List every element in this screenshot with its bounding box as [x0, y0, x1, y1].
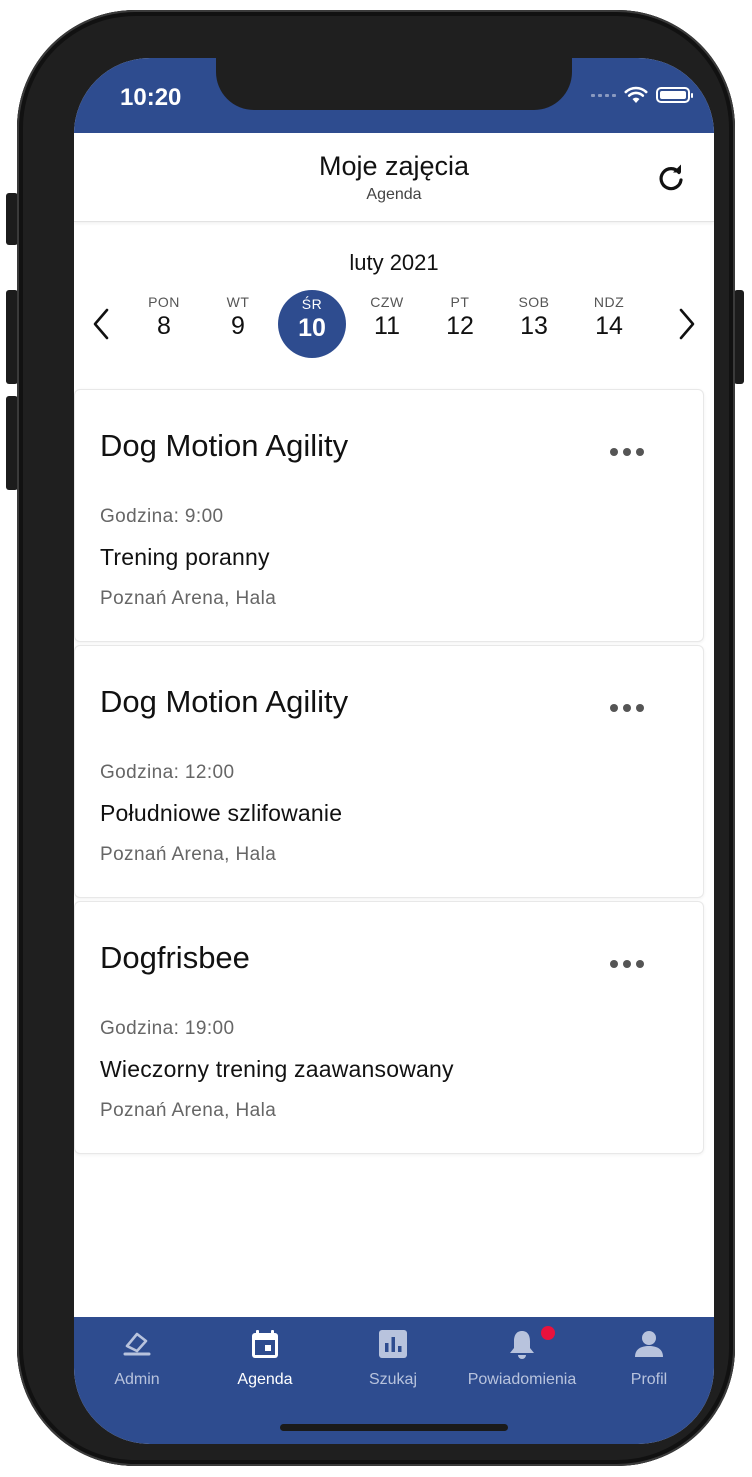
- more-options-icon[interactable]: [610, 704, 644, 712]
- day-number: 10: [298, 314, 326, 342]
- calendar-day[interactable]: WT 9: [202, 294, 274, 341]
- event-location: Poznań Arena, Hala: [100, 1100, 277, 1121]
- admin-stamp-icon: [123, 1332, 151, 1356]
- calendar-day[interactable]: SOB 13: [498, 294, 570, 341]
- event-card[interactable]: Dogfrisbee Godzina: 19:00 Wieczorny tren…: [74, 901, 704, 1154]
- tab-label: Profil: [630, 1371, 668, 1388]
- event-time: Godzina: 19:00: [100, 1018, 235, 1039]
- event-card[interactable]: Dog Motion Agility Godzina: 12:00 Połudn…: [74, 645, 704, 898]
- next-week-chevron-icon[interactable]: [672, 306, 700, 342]
- signal-icon: [591, 93, 616, 97]
- day-name: PON: [148, 294, 180, 310]
- event-time: Godzina: 9:00: [100, 506, 224, 527]
- prev-week-chevron-icon[interactable]: [88, 306, 116, 342]
- notification-badge: [541, 1326, 555, 1340]
- event-title: Dog Motion Agility: [100, 684, 349, 719]
- event-location: Poznań Arena, Hala: [100, 844, 277, 865]
- tab-szukaj[interactable]: Szukaj: [329, 1327, 457, 1389]
- event-card[interactable]: Dog Motion Agility Godzina: 9:00 Trening…: [74, 389, 704, 642]
- page-subtitle: Agenda: [366, 186, 422, 203]
- event-title: Dogfrisbee: [100, 940, 250, 975]
- tab-agenda[interactable]: Agenda: [201, 1327, 329, 1389]
- home-indicator: [280, 1424, 508, 1431]
- calendar-day[interactable]: PT 12: [424, 294, 496, 341]
- status-bar: 10:20: [74, 58, 714, 133]
- tab-powiadomienia[interactable]: Powiadomienia: [458, 1327, 586, 1389]
- tab-label: Agenda: [237, 1371, 293, 1388]
- tab-label: Powiadomienia: [467, 1371, 577, 1388]
- day-name: NDZ: [593, 294, 625, 310]
- page-title: Moje zajęcia: [318, 151, 470, 181]
- phone-frame: 10:20 Moje zajęcia Agenda luty 2021 PON …: [17, 10, 735, 1466]
- event-description: Trening poranny: [100, 544, 270, 570]
- day-name: ŚR: [301, 296, 323, 312]
- calendar-icon: [252, 1330, 278, 1358]
- day-number: 9: [231, 312, 245, 340]
- calendar-day[interactable]: PON 8: [128, 294, 200, 341]
- status-icons: [591, 86, 693, 104]
- event-location: Poznań Arena, Hala: [100, 588, 277, 609]
- calendar-day[interactable]: CZW 11: [351, 294, 423, 341]
- event-time: Godzina: 12:00: [100, 762, 235, 783]
- calendar-day[interactable]: NDZ 14: [573, 294, 645, 341]
- day-number: 13: [520, 312, 548, 340]
- day-number: 8: [157, 312, 171, 340]
- event-description: Wieczorny trening zaawansowany: [100, 1056, 454, 1082]
- event-title: Dog Motion Agility: [100, 428, 349, 463]
- day-number: 14: [595, 312, 623, 340]
- notch: [216, 58, 572, 110]
- tab-label: Szukaj: [368, 1371, 418, 1388]
- tab-profil[interactable]: Profil: [585, 1327, 713, 1389]
- day-name: PT: [450, 294, 470, 310]
- app-header: Moje zajęcia Agenda: [74, 133, 714, 222]
- bell-icon: [510, 1331, 534, 1359]
- wifi-icon: [624, 86, 648, 103]
- event-description: Południowe szlifowanie: [100, 800, 343, 826]
- day-number: 11: [374, 312, 400, 340]
- power-button: [734, 290, 744, 384]
- day-name: CZW: [370, 294, 404, 310]
- battery-icon: [656, 87, 693, 103]
- calendar-month: luty 2021: [349, 250, 439, 275]
- day-name: SOB: [518, 294, 550, 310]
- more-options-icon[interactable]: [610, 960, 644, 968]
- more-options-icon[interactable]: [610, 448, 644, 456]
- chart-icon: [379, 1330, 407, 1358]
- day-name: WT: [226, 294, 250, 310]
- tab-label: Admin: [114, 1371, 160, 1388]
- refresh-icon[interactable]: [654, 161, 688, 195]
- screen: 10:20 Moje zajęcia Agenda luty 2021 PON …: [74, 58, 714, 1444]
- calendar-day-selected[interactable]: ŚR 10: [278, 290, 346, 358]
- status-time: 10:20: [120, 84, 182, 111]
- tab-admin[interactable]: Admin: [74, 1327, 201, 1389]
- person-icon: [635, 1331, 663, 1357]
- day-number: 12: [446, 312, 474, 340]
